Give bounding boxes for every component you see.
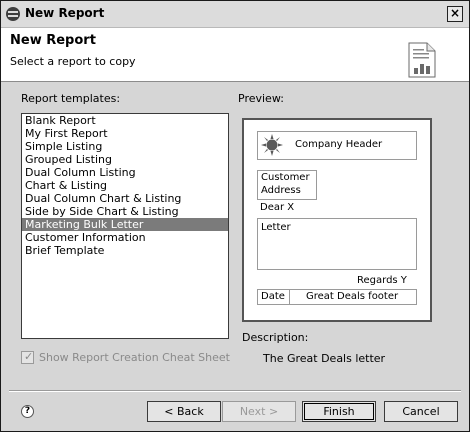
cancel-button[interactable]: Cancel [384, 401, 458, 422]
wizard-header: New Report Select a report to copy [1, 28, 469, 82]
templates-list[interactable]: Blank Report My First Report Simple List… [21, 113, 229, 339]
template-preview: Company Header Customer Address Dear X L… [242, 118, 432, 322]
help-icon[interactable]: ? [21, 405, 34, 418]
list-item-selected[interactable]: Marketing Bulk Letter [22, 218, 228, 231]
page-title: New Report [10, 33, 96, 48]
button-separator [9, 390, 461, 392]
sun-logo-icon [261, 134, 283, 156]
list-item[interactable]: Simple Listing [22, 140, 228, 153]
list-item[interactable]: Side by Side Chart & Listing [22, 205, 228, 218]
next-button[interactable]: Next > [222, 401, 296, 422]
description-value: The Great Deals letter [263, 352, 386, 365]
customer-line-2: Address [261, 185, 301, 196]
window-title: New Report [25, 6, 105, 20]
closing-text: Regards Y [357, 275, 407, 286]
back-button[interactable]: < Back [147, 401, 221, 422]
customer-address-box: Customer Address [257, 170, 317, 200]
letter-body-text: Letter [261, 222, 291, 233]
eclipse-icon [6, 7, 20, 21]
list-item[interactable]: Grouped Listing [22, 153, 228, 166]
description-label: Description: [242, 331, 309, 344]
list-item[interactable]: Brief Template [22, 244, 228, 257]
page-subtitle: Select a report to copy [10, 55, 136, 68]
letter-body-box: Letter [257, 218, 417, 270]
list-item[interactable]: Chart & Listing [22, 179, 228, 192]
footer-divider [289, 290, 290, 304]
close-icon[interactable]: × [447, 6, 463, 22]
cheat-sheet-label: Show Report Creation Cheat Sheet [39, 351, 230, 364]
report-wizard-icon [408, 42, 436, 78]
templates-label: Report templates: [21, 92, 121, 105]
list-item[interactable]: Dual Column Listing [22, 166, 228, 179]
company-header-box: Company Header [257, 131, 417, 160]
footer-text: Great Deals footer [306, 291, 399, 302]
list-item[interactable]: Dual Column Chart & Listing [22, 192, 228, 205]
finish-button[interactable]: Finish [302, 401, 376, 422]
footer-box: Date Great Deals footer [257, 289, 417, 305]
company-header-text: Company Header [295, 139, 383, 150]
preview-label: Preview: [238, 92, 284, 105]
list-item[interactable]: Blank Report [22, 114, 228, 127]
list-item[interactable]: My First Report [22, 127, 228, 140]
checkmark-icon: ✓ [24, 350, 34, 363]
greeting-text: Dear X [260, 202, 295, 213]
title-bar: New Report × [1, 1, 469, 28]
list-item[interactable]: Customer Information [22, 231, 228, 244]
cheat-sheet-checkbox[interactable]: ✓ [21, 350, 34, 364]
footer-date: Date [261, 291, 285, 302]
customer-line-1: Customer [261, 172, 310, 183]
new-report-dialog: New Report × New Report Select a report … [0, 0, 470, 432]
